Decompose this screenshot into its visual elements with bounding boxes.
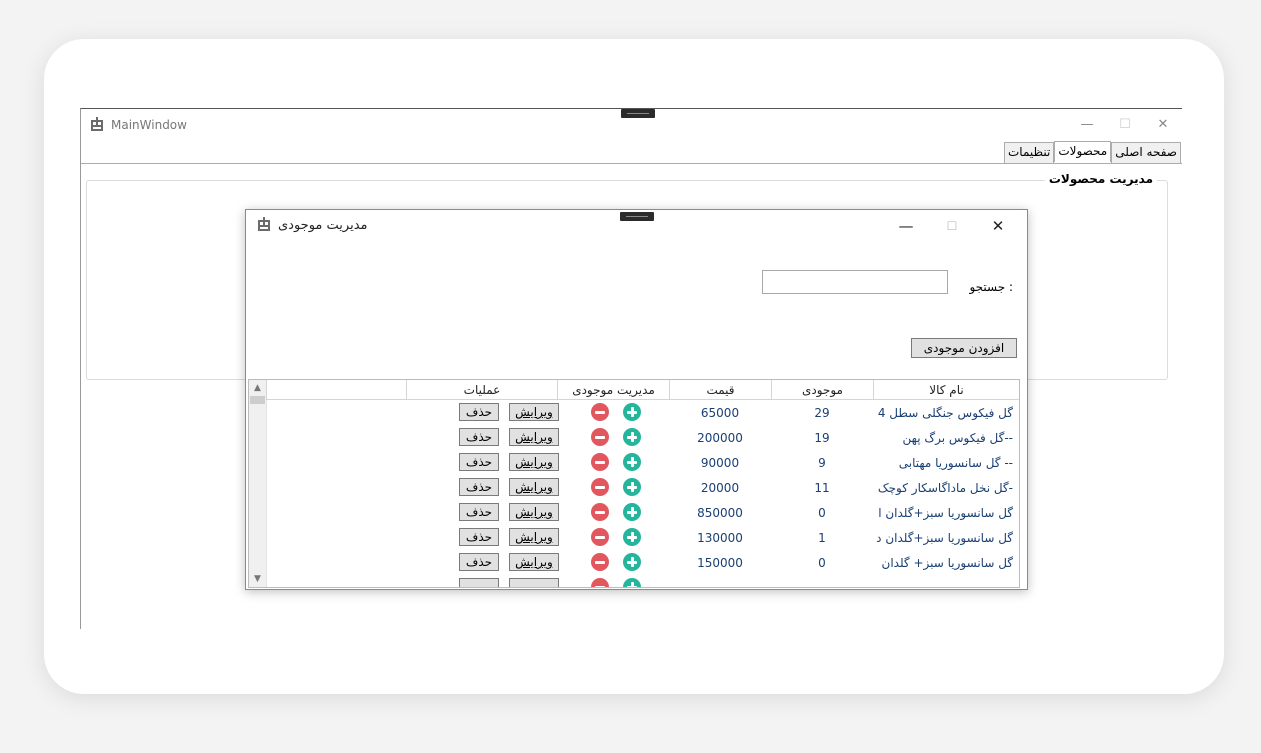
- edit-button[interactable]: ویرایش: [509, 528, 559, 546]
- maximize-icon[interactable]: ☐: [1106, 115, 1144, 133]
- delete-button[interactable]: حذف: [459, 503, 499, 521]
- dialog-drag-grip[interactable]: [620, 212, 654, 221]
- edit-button[interactable]: ویرایش: [509, 428, 559, 446]
- name-cell: گل فیکوس برگ پهن--: [902, 430, 1013, 445]
- plus-circle-icon[interactable]: [623, 428, 641, 446]
- name-cell: گل سانسوریا سبز+ گلدان: [881, 555, 1013, 570]
- header-ops[interactable]: عملیات: [406, 380, 557, 400]
- table-row[interactable]: حذف ویرایش 850000 0 گل سانسوریا سبز+گلدان ا: [266, 500, 1019, 525]
- dialog-caption-buttons: — ☐ ✕: [883, 216, 1021, 236]
- dialog-app-icon: [258, 217, 270, 231]
- price-cell: 850000: [697, 505, 743, 520]
- inventory-dialog: مدیریت موجودی — ☐ ✕ جستجو : افزودن موجود…: [245, 209, 1028, 590]
- edit-button[interactable]: ویرایش: [509, 478, 559, 496]
- search-input[interactable]: [762, 270, 948, 294]
- drag-grip[interactable]: [621, 109, 655, 118]
- delete-button[interactable]: حذف: [459, 428, 499, 446]
- scroll-down-icon[interactable]: ▼: [249, 571, 266, 587]
- main-caption-buttons: — ☐ ✕: [1068, 115, 1182, 133]
- price-cell: 130000: [697, 530, 743, 545]
- stock-cell: 0: [818, 555, 826, 570]
- plus-circle-icon[interactable]: [623, 553, 641, 571]
- table-row[interactable]: حذف ویرایش 150000 0 گل سانسوریا سبز+ گلدان: [266, 550, 1019, 575]
- price-cell: 65000: [700, 405, 740, 420]
- minus-circle-icon[interactable]: [591, 553, 609, 571]
- window-title: MainWindow: [111, 118, 187, 132]
- minus-circle-icon: [591, 578, 609, 587]
- tab-settings[interactable]: تنظیمات: [1003, 142, 1055, 163]
- delete-button[interactable]: حذف: [459, 528, 499, 546]
- header-stock[interactable]: موجودی: [771, 380, 873, 400]
- plus-circle-icon[interactable]: [623, 478, 641, 496]
- plus-circle-icon: [623, 578, 641, 587]
- minus-circle-icon[interactable]: [591, 503, 609, 521]
- price-cell: 20000: [700, 480, 740, 495]
- inventory-grid: ▲ ▼ عملیات مدیریت موجودی قیمت موجودی نام…: [248, 379, 1020, 588]
- delete-button: [459, 578, 499, 587]
- dialog-title-bar: مدیریت موجودی: [256, 217, 368, 233]
- minus-circle-icon[interactable]: [591, 428, 609, 446]
- delete-button[interactable]: حذف: [459, 478, 499, 496]
- minimize-icon[interactable]: —: [1068, 115, 1106, 133]
- app-icon: [91, 117, 103, 131]
- edit-button[interactable]: ویرایش: [509, 403, 559, 421]
- minimize-icon[interactable]: —: [883, 216, 929, 236]
- edit-button[interactable]: ویرایش: [509, 453, 559, 471]
- price-cell: 90000: [700, 455, 740, 470]
- table-row[interactable]: حذف ویرایش 65000 29 گل فیکوس جنگلی سطل 4: [266, 400, 1019, 425]
- vertical-scrollbar[interactable]: ▲ ▼: [249, 380, 267, 587]
- plus-circle-icon[interactable]: [623, 453, 641, 471]
- minus-circle-icon[interactable]: [591, 453, 609, 471]
- main-title-bar: MainWindow: [89, 117, 187, 133]
- name-cell: گل سانسوریا سبز+گلدان د: [876, 530, 1013, 545]
- plus-circle-icon[interactable]: [623, 528, 641, 546]
- search-label: جستجو :: [969, 280, 1013, 294]
- edit-button[interactable]: ویرایش: [509, 553, 559, 571]
- minus-circle-icon[interactable]: [591, 403, 609, 421]
- main-tabs: صفحه اصلی محصولات تنظیمات: [1003, 141, 1181, 163]
- stock-cell: 1: [818, 530, 826, 545]
- delete-button[interactable]: حذف: [459, 553, 499, 571]
- edit-button[interactable]: ویرایش: [509, 503, 559, 521]
- table-row[interactable]: حذف ویرایش 200000 19 گل فیکوس برگ پهن--: [266, 425, 1019, 450]
- name-cell: گل فیکوس جنگلی سطل 4: [877, 405, 1013, 420]
- close-icon[interactable]: ✕: [975, 216, 1021, 236]
- minus-circle-icon[interactable]: [591, 528, 609, 546]
- header-name[interactable]: نام کالا: [873, 380, 1019, 400]
- table-row[interactable]: حذف ویرایش 90000 9 گل سانسوریا مهتابی --: [266, 450, 1019, 475]
- name-cell: گل سانسوریا سبز+گلدان ا: [878, 505, 1013, 520]
- scroll-thumb[interactable]: [250, 396, 265, 404]
- delete-button[interactable]: حذف: [459, 403, 499, 421]
- close-icon[interactable]: ✕: [1144, 115, 1182, 133]
- tab-products[interactable]: محصولات: [1054, 141, 1112, 162]
- maximize-icon[interactable]: ☐: [929, 216, 975, 236]
- dialog-title: مدیریت موجودی: [278, 217, 368, 233]
- tab-home[interactable]: صفحه اصلی: [1111, 142, 1181, 163]
- price-cell: 200000: [697, 430, 743, 445]
- stock-cell: 29: [814, 405, 830, 420]
- stock-cell: 0: [818, 505, 826, 520]
- stock-cell: 9: [818, 455, 826, 470]
- stock-cell: 19: [814, 430, 830, 445]
- scroll-up-icon[interactable]: ▲: [249, 380, 266, 396]
- stock-cell: 11: [814, 480, 830, 495]
- add-stock-button[interactable]: افزودن موجودی: [911, 338, 1017, 358]
- delete-button[interactable]: حذف: [459, 453, 499, 471]
- name-cell: گل سانسوریا مهتابی --: [898, 455, 1013, 470]
- header-empty: [266, 380, 406, 400]
- plus-circle-icon[interactable]: [623, 503, 641, 521]
- edit-button: [509, 578, 559, 587]
- table-row[interactable]: حذف ویرایش 20000 11 گل نخل ماداگاسکار کوچک-: [266, 475, 1019, 500]
- minus-circle-icon[interactable]: [591, 478, 609, 496]
- plus-circle-icon[interactable]: [623, 403, 641, 421]
- table-row-partial: [266, 575, 1019, 587]
- group-title: مدیریت محصولات: [1044, 172, 1157, 186]
- name-cell: گل نخل ماداگاسکار کوچک-: [877, 480, 1013, 495]
- table-row[interactable]: حذف ویرایش 130000 1 گل سانسوریا سبز+گلدان د: [266, 525, 1019, 550]
- header-stock-mgmt[interactable]: مدیریت موجودی: [557, 380, 669, 400]
- price-cell: 150000: [697, 555, 743, 570]
- header-price[interactable]: قیمت: [669, 380, 771, 400]
- tab-divider: [81, 163, 1182, 164]
